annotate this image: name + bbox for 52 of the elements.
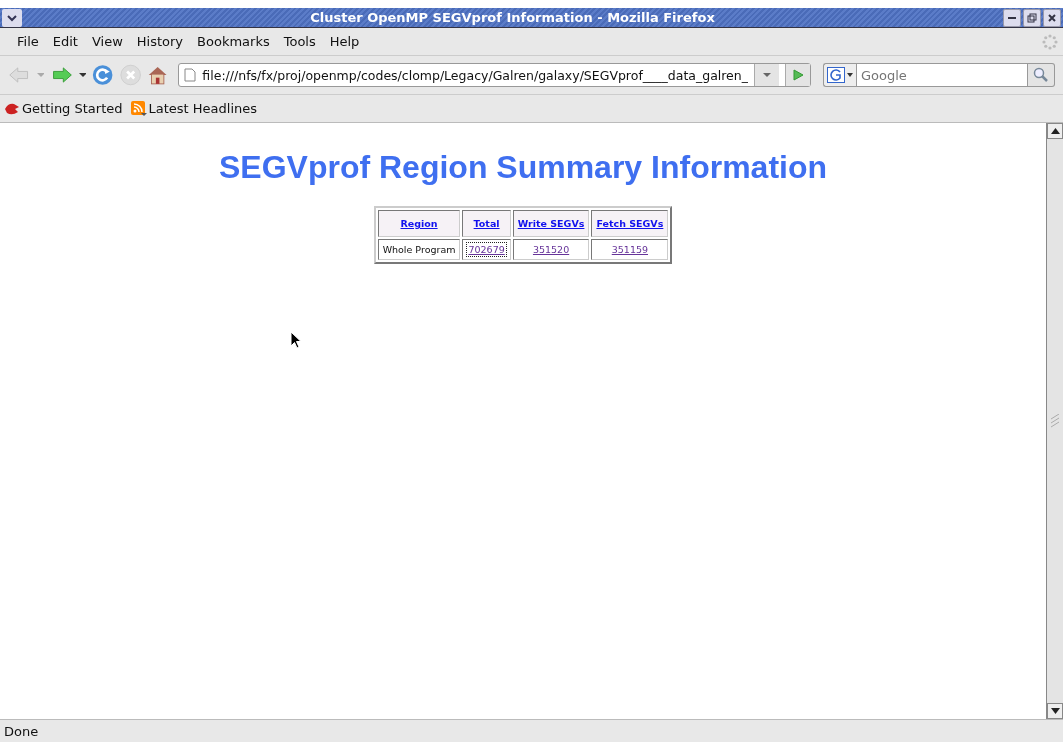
scroll-up-button[interactable] — [1047, 123, 1063, 139]
search-engine-button[interactable] — [823, 63, 856, 87]
column-header-link[interactable]: Fetch SEGVs — [596, 218, 664, 229]
minimize-icon — [1008, 16, 1016, 19]
dropdown-button[interactable] — [754, 64, 779, 86]
caret-icon[interactable] — [79, 72, 87, 78]
menu-item[interactable]: File — [10, 34, 46, 49]
value-link[interactable]: 351159 — [610, 243, 649, 256]
maximize-button[interactable] — [1023, 8, 1041, 27]
grip-icon — [1051, 414, 1059, 428]
menu-item[interactable]: Bookmarks — [190, 34, 277, 49]
close-button[interactable] — [1043, 8, 1061, 27]
menu-item[interactable]: Help — [322, 34, 367, 49]
reload-icon[interactable] — [92, 63, 114, 87]
play-icon — [792, 69, 804, 81]
caret-icon — [763, 72, 771, 78]
menu-item[interactable]: Tools — [276, 34, 323, 49]
window-menu-button[interactable] — [2, 8, 22, 27]
menu-item[interactable]: History — [129, 34, 191, 49]
g-logo-icon — [827, 67, 845, 83]
close-icon — [1047, 12, 1057, 23]
value-link[interactable]: 351520 — [531, 243, 571, 256]
search-button[interactable] — [1028, 63, 1055, 87]
mouse-pointer-icon — [290, 331, 302, 349]
column-header-link[interactable]: Region — [400, 218, 438, 229]
vertical-scrollbar[interactable] — [1046, 123, 1063, 719]
bookmark-item[interactable]: Latest Headlines — [130, 100, 258, 117]
address-field[interactable]: file:///nfs/fx/proj/openmp/codes/clomp/Legacy/Galren/galaxy/SEGVprof____data_galren_ — [178, 63, 811, 87]
menu-item[interactable]: View — [84, 34, 130, 49]
arrow-up-icon — [1050, 128, 1060, 134]
chevron-down-icon — [6, 13, 18, 22]
forward-arrow-icon[interactable] — [50, 64, 74, 86]
bookmark-item[interactable]: Getting Started — [4, 101, 123, 116]
page-icon — [184, 68, 197, 82]
arrow-down-icon — [1050, 708, 1060, 714]
value-link[interactable]: 702679 — [467, 243, 506, 256]
column-header-link[interactable]: Write SEGVs — [517, 218, 585, 229]
page-heading: SEGVprof Region Summary Information — [218, 149, 828, 186]
minimize-button[interactable] — [1003, 8, 1021, 27]
feed-icon — [130, 100, 147, 117]
status-text: Done — [4, 723, 39, 739]
caret-icon — [847, 73, 853, 77]
region-name: Whole Program — [382, 244, 456, 255]
menu-item[interactable]: Edit — [45, 34, 85, 49]
window-title: Cluster OpenMP SEGVprof Information - Mozilla Firefox — [309, 10, 716, 25]
search-icon — [1033, 67, 1049, 83]
scroll-down-button[interactable] — [1047, 703, 1063, 719]
throbber-icon — [1041, 32, 1059, 51]
maximize-icon — [1027, 12, 1037, 23]
search-field[interactable]: Google — [856, 63, 1028, 87]
column-header-link[interactable]: Total — [473, 218, 500, 229]
bookmark-icon — [4, 101, 20, 116]
